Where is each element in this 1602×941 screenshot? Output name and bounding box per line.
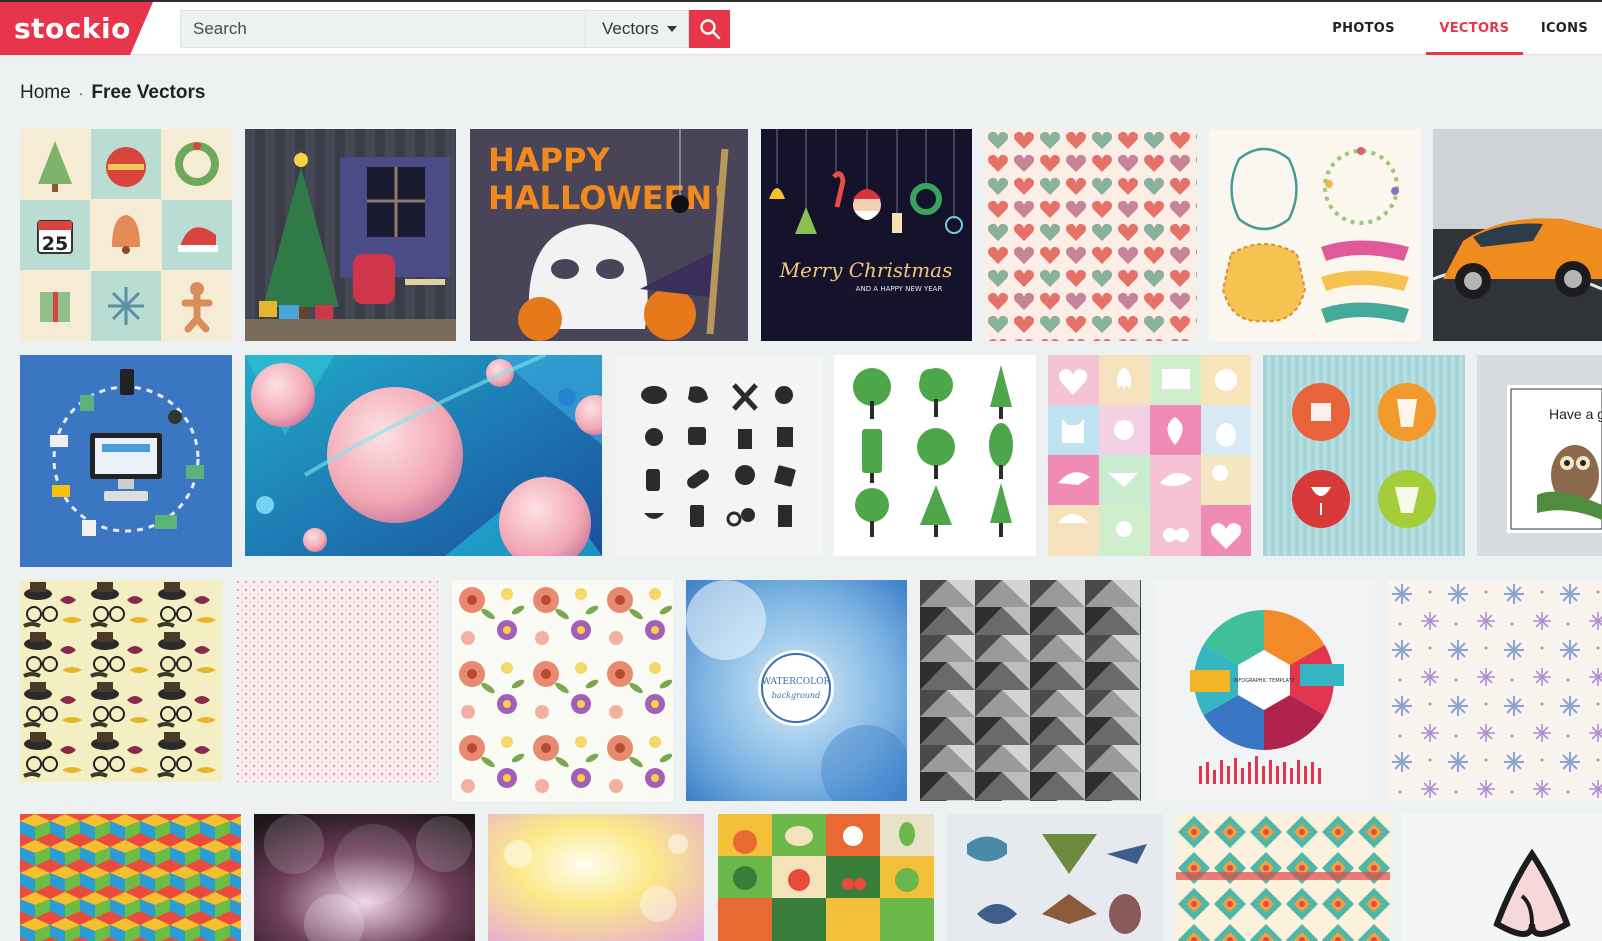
thumb-pastel-icons[interactable] <box>1048 355 1251 556</box>
ethnic-pattern-illustration <box>1176 814 1390 941</box>
pink-pattern-illustration <box>236 580 438 782</box>
drinks-icons-illustration <box>1263 355 1465 556</box>
thumb-drinks-icons[interactable] <box>1263 355 1465 556</box>
merry-christmas-title: Merry Christmas <box>779 258 953 282</box>
hearts-pattern-illustration <box>985 129 1197 341</box>
bubbles-abstract-illustration <box>245 355 602 556</box>
thumb-geometric-gray[interactable] <box>920 580 1141 801</box>
vector-grid: 25 HAPPY HALLOWEEN! Merry Christmas AND … <box>0 0 1602 941</box>
thumb-pink-pattern[interactable] <box>236 580 438 782</box>
infographic-title: INFOGRAPHIC TEMPLATE <box>1233 678 1295 684</box>
thumb-happy-halloween[interactable]: HAPPY HALLOWEEN! <box>470 129 748 341</box>
thumb-colorful-cubes[interactable] <box>20 814 241 941</box>
thumb-watercolor-hearts[interactable] <box>985 129 1197 341</box>
thumb-food-icons[interactable] <box>616 355 822 556</box>
merry-christmas-illustration: Merry Christmas AND A HAPPY NEW YEAR <box>761 129 972 341</box>
infographic-illustration: INFOGRAPHIC TEMPLATE <box>1154 580 1375 801</box>
thumb-merry-christmas[interactable]: Merry Christmas AND A HAPPY NEW YEAR <box>761 129 972 341</box>
halloween-illustration: HAPPY HALLOWEEN! <box>470 129 748 341</box>
halloween-title-2: HALLOWEEN! <box>488 179 727 217</box>
tree-icons-illustration <box>834 355 1036 556</box>
watercolor-illustration: WATERCOLOR background <box>686 580 907 801</box>
colorful-cubes-illustration <box>20 814 241 941</box>
thumb-golden-bokeh[interactable] <box>488 814 704 941</box>
thumb-bokeh-dark[interactable] <box>254 814 475 941</box>
taxi-car-illustration <box>1433 129 1602 341</box>
thumb-computer-network[interactable] <box>20 355 232 567</box>
golden-bokeh-illustration <box>488 814 704 941</box>
thumb-heart-outline[interactable] <box>1402 814 1602 941</box>
thumb-floral-pattern[interactable] <box>452 580 673 801</box>
paper-shapes-illustration <box>947 814 1163 941</box>
halloween-title-1: HAPPY <box>488 141 610 179</box>
snowflakes-illustration <box>1388 580 1602 801</box>
floral-pattern-illustration <box>452 580 673 801</box>
thumb-nature-icons[interactable] <box>718 814 934 941</box>
calendar-day: 25 <box>42 233 68 255</box>
frames-ribbons-illustration <box>1209 129 1421 341</box>
computer-network-illustration <box>20 355 232 567</box>
thumb-orange-taxi[interactable] <box>1433 129 1602 341</box>
pastel-icons-illustration <box>1048 355 1251 556</box>
thumb-bubbles-abstract[interactable] <box>245 355 602 556</box>
party-masks-illustration <box>20 580 222 782</box>
christmas-icons-illustration: 25 <box>20 129 232 341</box>
thumb-ethnic-pattern[interactable] <box>1176 814 1390 941</box>
thumb-snowflakes[interactable] <box>1388 580 1602 801</box>
owl-card-text: Have a g <box>1549 406 1602 422</box>
thumb-paper-shapes[interactable] <box>947 814 1163 941</box>
thumb-frames-ribbons[interactable] <box>1209 129 1421 341</box>
owl-card-illustration: Have a g <box>1477 355 1602 556</box>
thumb-tree-icons[interactable] <box>834 355 1036 556</box>
nature-icons-illustration <box>718 814 934 941</box>
thumb-christmas-icons[interactable]: 25 <box>20 129 232 341</box>
food-icons-illustration <box>616 355 822 556</box>
thumb-owl-card[interactable]: Have a g <box>1477 355 1602 556</box>
thumb-watercolor-background[interactable]: WATERCOLOR background <box>686 580 907 801</box>
geometric-gray-illustration <box>920 580 1141 801</box>
heart-outline-illustration <box>1402 814 1602 941</box>
watercolor-line-2: background <box>772 691 820 700</box>
thumb-christmas-room[interactable] <box>245 129 456 341</box>
bokeh-dark-illustration <box>254 814 475 941</box>
thumb-infographic[interactable]: INFOGRAPHIC TEMPLATE <box>1154 580 1375 801</box>
merry-christmas-subtitle: AND A HAPPY NEW YEAR <box>856 285 943 293</box>
thumb-party-masks[interactable] <box>20 580 222 782</box>
watercolor-line-1: WATERCOLOR <box>762 677 831 687</box>
christmas-room-illustration <box>245 129 456 341</box>
